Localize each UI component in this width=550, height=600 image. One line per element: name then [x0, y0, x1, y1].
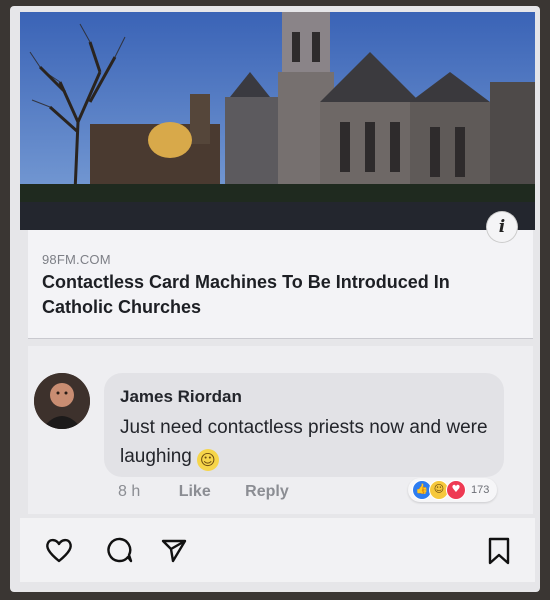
avatar-image — [34, 373, 90, 429]
reply-button[interactable]: Reply — [245, 483, 289, 500]
like-button[interactable]: Like — [179, 483, 211, 500]
comment-text: Just need contactless priests now and we… — [120, 417, 488, 467]
link-preview-card[interactable]: i 98FM.COM Contactless Card Machines To … — [28, 212, 533, 339]
comment-text-block: Just need contactless priests now and we… — [120, 413, 498, 471]
comment-actions: 8 h Like Reply — [118, 483, 319, 501]
info-icon[interactable]: i — [487, 212, 517, 242]
comment-icon[interactable] — [106, 536, 134, 564]
avatar[interactable] — [34, 373, 90, 429]
article-photo[interactable] — [20, 12, 535, 230]
cathedral-image — [20, 12, 535, 230]
send-icon[interactable] — [160, 536, 188, 564]
article-headline[interactable]: Contactless Card Machines To Be Introduc… — [42, 270, 512, 320]
heart-icon[interactable] — [44, 536, 74, 564]
bookmark-icon[interactable] — [486, 536, 512, 566]
reaction-count: 173 — [471, 484, 490, 496]
reaction-summary[interactable]: 👍 ☺ ♥ 173 — [408, 478, 498, 502]
love-icon: ♥ — [446, 480, 466, 500]
grinning-face-emoji-icon: ☺ — [196, 449, 219, 471]
comment-section: James Riordan Just need contactless prie… — [28, 346, 533, 514]
source-domain: 98FM.COM — [42, 252, 111, 267]
comment-timestamp: 8 h — [118, 483, 141, 500]
comment-bubble: James Riordan Just need contactless prie… — [104, 373, 504, 477]
comment-author[interactable]: James Riordan — [120, 387, 242, 407]
post-toolbar — [20, 518, 535, 582]
